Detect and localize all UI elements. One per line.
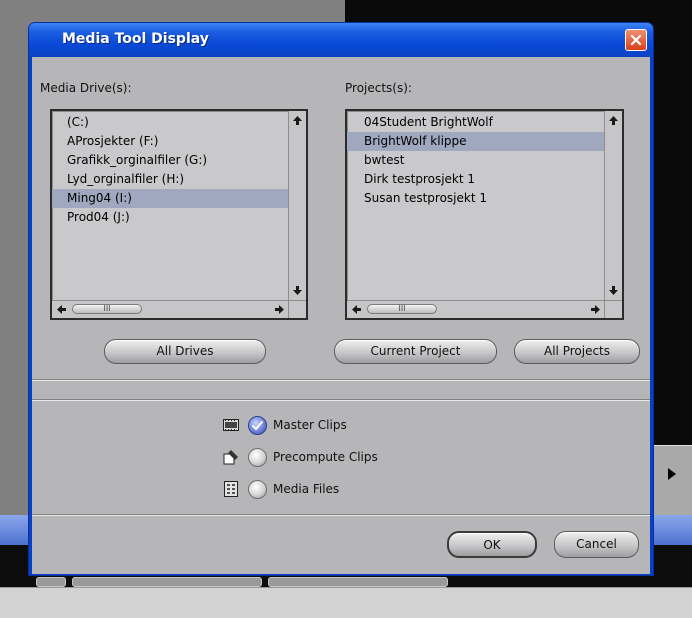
media-files-option[interactable]: Media Files [222, 478, 339, 500]
list-item[interactable]: Grafikk_orginalfiler (G:) [52, 151, 288, 170]
arrow-right-icon [274, 305, 284, 314]
media-drives-list[interactable]: (C:) AProsjekter (F:) Grafikk_orginalfil… [50, 109, 308, 320]
list-item[interactable]: Lyd_orginalfiler (H:) [52, 170, 288, 189]
background-timeline-tool [268, 577, 448, 587]
scrollbar-corner [288, 300, 306, 318]
vertical-scrollbar[interactable] [288, 111, 306, 300]
list-item[interactable]: 04Student BrightWolf [347, 113, 604, 132]
list-item[interactable]: Prod04 (J:) [52, 208, 288, 227]
current-project-button[interactable]: Current Project [334, 339, 497, 364]
horizontal-scrollbar[interactable]: III [347, 300, 604, 318]
projects-items: 04Student BrightWolf BrightWolf klippe b… [347, 113, 604, 208]
media-files-radio[interactable] [248, 479, 267, 499]
cancel-button[interactable]: Cancel [554, 531, 639, 558]
list-item[interactable]: (C:) [52, 113, 288, 132]
scroll-right-button[interactable] [271, 301, 287, 318]
all-drives-button[interactable]: All Drives [104, 339, 266, 364]
arrow-left-icon [351, 305, 361, 314]
scroll-down-button[interactable] [289, 282, 306, 299]
media-file-icon [222, 481, 240, 497]
scroll-down-button[interactable] [605, 282, 622, 299]
arrow-down-icon [609, 286, 618, 295]
checkmark-icon [252, 420, 263, 430]
arrow-down-icon [293, 286, 302, 295]
all-projects-button[interactable]: All Projects [514, 339, 640, 364]
scroll-thumb[interactable]: III [367, 304, 437, 314]
master-clips-label: Master Clips [273, 418, 347, 432]
list-item[interactable]: AProsjekter (F:) [52, 132, 288, 151]
scroll-up-button[interactable] [289, 112, 306, 129]
background-timeline-tool [36, 577, 66, 587]
separator [32, 399, 650, 401]
projects-list[interactable]: 04Student BrightWolf BrightWolf klippe b… [345, 109, 624, 320]
background-timeline-tool [72, 577, 262, 587]
scrollbar-corner [604, 300, 622, 318]
precompute-icon [222, 449, 240, 465]
scroll-up-button[interactable] [605, 112, 622, 129]
close-icon [630, 34, 642, 46]
arrow-left-icon [56, 305, 66, 314]
dialog-body: Media Drive(s): Projects(s): (C:) AProsj… [32, 57, 650, 574]
precompute-clips-label: Precompute Clips [273, 450, 378, 464]
play-arrow-icon[interactable] [668, 468, 676, 480]
background-side-panel [650, 445, 692, 515]
media-drives-label: Media Drive(s): [40, 81, 132, 95]
scroll-left-button[interactable] [53, 301, 69, 318]
media-drives-items: (C:) AProsjekter (F:) Grafikk_orginalfil… [52, 113, 288, 227]
separator [32, 379, 650, 381]
media-tool-display-dialog: Media Tool Display Media Drive(s): Proje… [28, 22, 654, 576]
master-clips-option[interactable]: Master Clips [222, 414, 347, 436]
arrow-right-icon [590, 305, 600, 314]
projects-label: Projects(s): [345, 81, 412, 95]
scroll-right-button[interactable] [587, 301, 603, 318]
separator [32, 514, 650, 516]
list-item[interactable]: Susan testprosjekt 1 [347, 189, 604, 208]
list-item[interactable]: Dirk testprosjekt 1 [347, 170, 604, 189]
list-item-selected[interactable]: BrightWolf klippe [347, 132, 604, 151]
scroll-left-button[interactable] [348, 301, 364, 318]
dialog-title: Media Tool Display [62, 31, 209, 47]
arrow-up-icon [293, 116, 302, 125]
title-bar[interactable]: Media Tool Display [29, 23, 653, 57]
scroll-thumb[interactable]: III [72, 304, 142, 314]
film-strip-icon [222, 417, 240, 433]
master-clips-radio[interactable] [248, 415, 267, 435]
close-button[interactable] [625, 29, 647, 51]
arrow-up-icon [609, 116, 618, 125]
background-status-area [0, 587, 692, 618]
precompute-clips-radio[interactable] [248, 447, 267, 467]
list-item-selected[interactable]: Ming04 (I:) [52, 189, 288, 208]
horizontal-scrollbar[interactable]: III [52, 300, 288, 318]
vertical-scrollbar[interactable] [604, 111, 622, 300]
ok-button[interactable]: OK [447, 531, 537, 558]
precompute-clips-option[interactable]: Precompute Clips [222, 446, 378, 468]
media-files-label: Media Files [273, 482, 340, 496]
list-item[interactable]: bwtest [347, 151, 604, 170]
